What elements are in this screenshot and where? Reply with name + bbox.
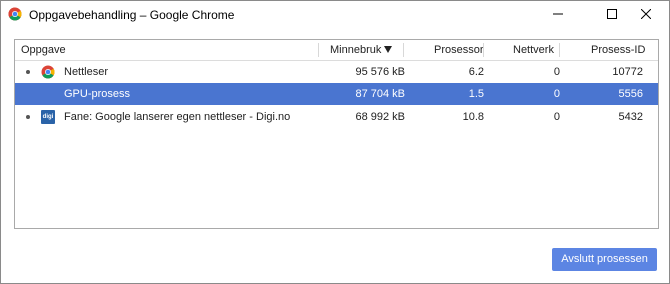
title-bar[interactable]: Oppgavebehandling – Google Chrome: [1, 1, 669, 29]
process-table: Oppgave Minnebruk Prosessor Nettverk Pro…: [14, 39, 659, 229]
task-name: Fane: Google lanserer egen nettleser - D…: [64, 111, 291, 123]
table-row[interactable]: digi Fane: Google lanserer egen nettlese…: [15, 106, 658, 128]
cpu-value: 10.8: [462, 111, 484, 123]
column-header-network[interactable]: Nettverk: [513, 40, 554, 60]
column-divider[interactable]: [483, 43, 484, 57]
close-icon: [641, 9, 651, 19]
pid-value: 10772: [612, 66, 643, 78]
cpu-value: 6.2: [468, 66, 484, 78]
chrome-logo-icon: [8, 7, 22, 21]
column-header-cpu[interactable]: Prosessor: [434, 40, 484, 60]
minimize-button[interactable]: [536, 1, 580, 27]
table-row[interactable]: GPU-prosess 87 704 kB 1.5 0 5556: [15, 83, 658, 105]
column-header-task[interactable]: Oppgave: [21, 40, 66, 60]
task-manager-window: Oppgavebehandling – Google Chrome Oppgav…: [0, 0, 670, 284]
row-bullet: [26, 115, 30, 119]
task-name: GPU-prosess: [64, 88, 131, 100]
memory-value: 95 576 kB: [355, 66, 405, 78]
table-header: Oppgave Minnebruk Prosessor Nettverk Pro…: [15, 40, 658, 61]
network-value: 0: [553, 88, 560, 100]
pid-value: 5556: [618, 88, 643, 100]
column-header-pid[interactable]: Prosess-ID: [591, 40, 645, 60]
digi-favicon-icon: digi: [41, 110, 55, 124]
cpu-value: 1.5: [468, 88, 484, 100]
column-header-memory[interactable]: Minnebruk: [330, 40, 381, 60]
task-name: Nettleser: [64, 66, 109, 78]
memory-value: 68 992 kB: [355, 111, 405, 123]
network-value: 0: [553, 111, 560, 123]
row-bullet: [26, 70, 30, 74]
pid-value: 5432: [618, 111, 643, 123]
column-divider[interactable]: [403, 43, 404, 57]
minimize-icon: [553, 13, 563, 15]
network-value: 0: [553, 66, 560, 78]
close-button[interactable]: [624, 1, 668, 27]
memory-value: 87 704 kB: [355, 88, 405, 100]
window-title: Oppgavebehandling – Google Chrome: [29, 8, 235, 22]
end-process-button[interactable]: Avslutt prosessen: [552, 248, 657, 271]
column-divider[interactable]: [559, 43, 560, 57]
table-row[interactable]: Nettleser 95 576 kB 6.2 0 10772: [15, 61, 658, 83]
chrome-logo-icon: [41, 65, 55, 79]
maximize-icon: [607, 9, 617, 19]
sort-descending-icon: [384, 46, 392, 53]
column-divider[interactable]: [318, 43, 319, 57]
